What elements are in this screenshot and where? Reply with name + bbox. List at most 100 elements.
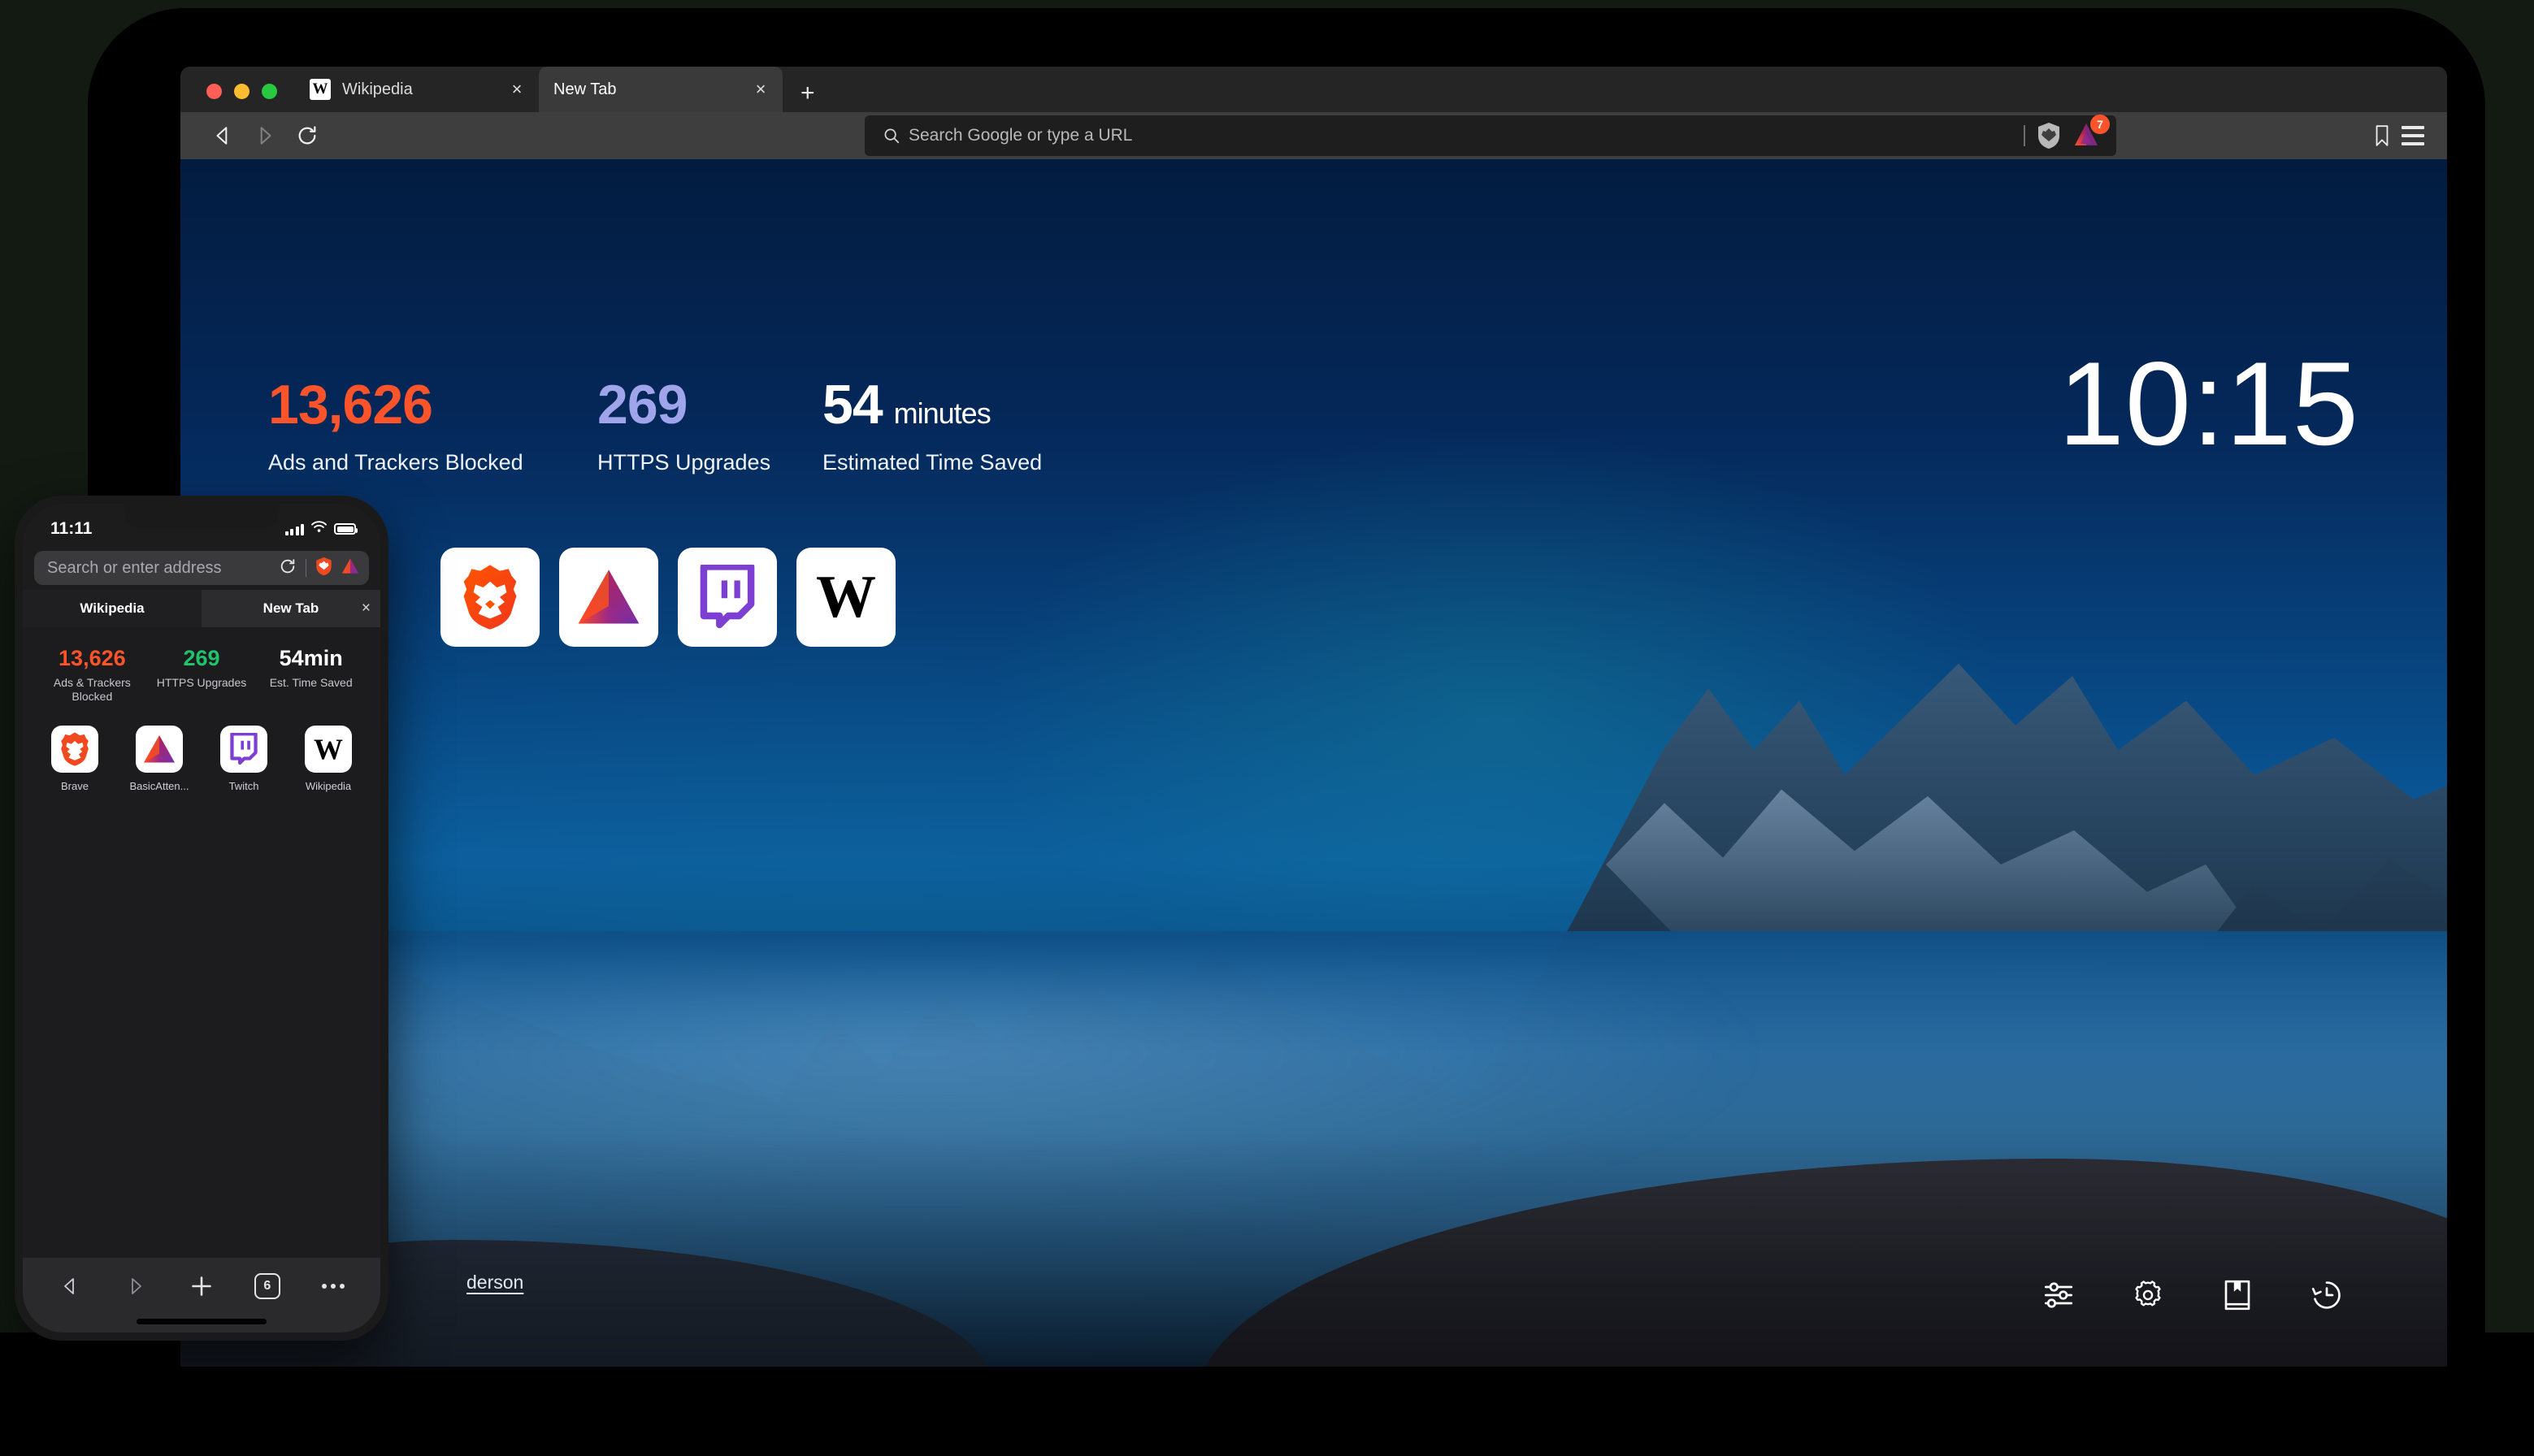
forward-button[interactable] (244, 119, 286, 152)
reload-button[interactable] (286, 119, 328, 152)
clock: 10:15 (2059, 344, 2359, 463)
privacy-stats: 13,626 Ads and Trackers Blocked 269 HTTP… (268, 377, 1164, 475)
brave-shields-icon[interactable] (2037, 122, 2061, 150)
phone-forward-button[interactable] (117, 1268, 154, 1305)
shortcut-tile-wikipedia[interactable]: W (796, 548, 896, 647)
shortcut-tile-twitch[interactable] (678, 548, 777, 647)
phone-brave-shields-icon[interactable] (315, 557, 332, 580)
phone-address-actions (279, 557, 360, 580)
new-tab-button[interactable]: + (783, 81, 831, 112)
phone-add-tab-button[interactable] (183, 1268, 220, 1305)
address-bar-placeholder: Search Google or type a URL (909, 126, 1132, 145)
phone-shortcut-twitch[interactable]: Twitch (205, 726, 283, 792)
phone-shortcut-label: Twitch (229, 780, 259, 792)
stat-time-saved: 54 minutes Estimated Time Saved (822, 377, 1164, 475)
phone-screen: 11:11 Search or enter address (23, 504, 380, 1332)
maximize-window-button[interactable] (262, 84, 277, 99)
window-controls (180, 84, 295, 112)
battery-icon (334, 523, 356, 535)
phone-device: 11:11 Search or enter address (15, 496, 388, 1341)
phone-tab-new-tab[interactable]: New Tab × (202, 590, 380, 627)
new-tab-page-actions (2041, 1277, 2345, 1313)
stat-value: 13,626 (37, 647, 147, 671)
divider (2024, 125, 2025, 146)
search-icon (878, 127, 905, 145)
phone-address-placeholder: Search or enter address (47, 559, 279, 578)
bat-triangle-icon (136, 726, 183, 773)
phone-notch (124, 504, 279, 528)
close-window-button[interactable] (206, 84, 222, 99)
tab-strip: W Wikipedia × New Tab × + (180, 67, 2447, 112)
tab-new-tab[interactable]: New Tab × (539, 67, 783, 112)
top-sites: W (440, 548, 896, 647)
phone-home-indicator (137, 1319, 267, 1324)
phone-back-button[interactable] (51, 1268, 89, 1305)
new-tab-page: 13,626 Ads and Trackers Blocked 269 HTTP… (180, 159, 2447, 1367)
history-clock-icon[interactable] (2309, 1277, 2345, 1313)
gear-icon[interactable] (2130, 1277, 2166, 1313)
stat-label: Est. Time Saved (256, 676, 366, 691)
phone-more-button[interactable] (315, 1268, 352, 1305)
stat-https-upgrades: 269 HTTPS Upgrades (597, 377, 822, 475)
browser-toolbar: Search Google or type a URL (180, 112, 2447, 159)
phone-rewards-icon[interactable] (341, 557, 359, 578)
stat-value: 54min (256, 647, 366, 671)
phone-shortcut-label: Brave (61, 780, 89, 792)
wifi-icon (311, 521, 327, 537)
phone-clock: 11:11 (50, 519, 92, 539)
brave-lion-icon (51, 726, 98, 773)
photo-credit[interactable]: derson (466, 1272, 523, 1294)
address-bar[interactable]: Search Google or type a URL (865, 115, 2116, 156)
book-icon[interactable] (2219, 1277, 2255, 1313)
phone-privacy-stats: 13,626 Ads & Trackers Blocked 269 HTTPS … (23, 640, 380, 704)
tab-close-icon[interactable]: × (750, 80, 771, 98)
stat-label: Estimated Time Saved (822, 450, 1164, 475)
reload-icon[interactable] (279, 557, 297, 579)
phone-shortcut-label: BasicAtten... (130, 780, 189, 792)
phone-tab-wikipedia[interactable]: Wikipedia (23, 590, 202, 627)
tab-wikipedia[interactable]: W Wikipedia × (295, 67, 539, 112)
divider (306, 559, 307, 577)
background-lake-reflection (362, 980, 1767, 1224)
twitch-icon (220, 726, 267, 773)
wikipedia-w-icon: W (305, 726, 352, 773)
brave-rewards-icon[interactable]: 7 (2072, 122, 2100, 150)
stat-ads-blocked: 13,626 Ads and Trackers Blocked (268, 377, 597, 475)
rewards-badge: 7 (2090, 115, 2110, 134)
stat-value: 13,626 (268, 377, 597, 432)
phone-stat-ads-blocked: 13,626 Ads & Trackers Blocked (37, 647, 147, 704)
phone-stat-time-saved: 54min Est. Time Saved (256, 647, 366, 704)
phone-shortcut-brave[interactable]: Brave (36, 726, 114, 792)
back-button[interactable] (202, 119, 244, 152)
phone-stat-https-upgrades: 269 HTTPS Upgrades (147, 647, 257, 704)
wikipedia-w-icon: W (816, 567, 876, 627)
stat-unit: minutes (894, 399, 991, 428)
phone-tab-close-icon[interactable]: × (362, 600, 371, 618)
phone-tab-label: Wikipedia (80, 600, 144, 617)
stat-value-wrap: 54 minutes (822, 377, 1164, 432)
phone-shortcut-wikipedia[interactable]: W Wikipedia (289, 726, 367, 792)
wikipedia-glyph: W (314, 734, 343, 764)
sliders-icon[interactable] (2041, 1277, 2076, 1313)
bookmark-button[interactable] (2363, 124, 2402, 147)
browser-menu-button[interactable] (2402, 126, 2428, 145)
phone-address-bar[interactable]: Search or enter address (34, 551, 369, 585)
phone-shortcut-bat[interactable]: BasicAtten... (120, 726, 198, 792)
stat-value: 269 (147, 647, 257, 671)
stat-label: Ads & Trackers Blocked (37, 676, 147, 704)
tab-label: Wikipedia (342, 80, 506, 99)
shortcut-tile-brave[interactable] (440, 548, 540, 647)
phone-top-sites: Brave BasicAtten... (23, 704, 380, 792)
cellular-bars-icon (285, 523, 305, 535)
stat-value: 54 (822, 377, 883, 432)
phone-new-tab-page: 13,626 Ads & Trackers Blocked 269 HTTPS … (23, 627, 380, 1258)
stat-value: 269 (597, 377, 822, 432)
phone-tab-strip: Wikipedia New Tab × (23, 590, 380, 627)
screenshot-root: W Wikipedia × New Tab × + (0, 0, 2534, 1456)
minimize-window-button[interactable] (234, 84, 249, 99)
tab-close-icon[interactable]: × (506, 80, 527, 98)
phone-tab-count: 6 (254, 1273, 280, 1299)
phone-tab-switcher-button[interactable]: 6 (249, 1268, 286, 1305)
shortcut-tile-bat[interactable] (559, 548, 658, 647)
stat-label: Ads and Trackers Blocked (268, 450, 597, 475)
